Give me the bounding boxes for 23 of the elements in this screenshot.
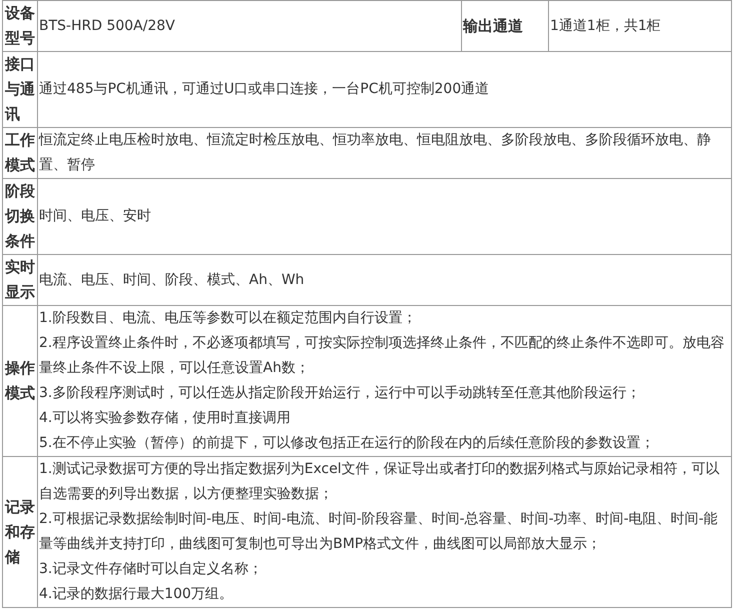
- row-label: 输出通道: [462, 0, 548, 52]
- spec-text: 恒流定终止电压检时放电、恒流定时检压放电、恒功率放电、恒电阻放电、多阶段放电、多阶段循环放电、静置、暂停: [39, 131, 712, 175]
- spec-text: 2.程序设置终止条件时，不必逐项都填写，可按实际控制项选择终止条件，不匹配的终止条件不选即可。放电容量终止条件不设上限，可以任意设置Ah数；: [39, 334, 726, 378]
- row-label: 记录和存储: [2, 456, 38, 608]
- spec-text: 5.在不停止实验（暂停）的前提下，可以修改包括正在运行的阶段在内的后续任意阶段的参数设置；: [39, 434, 656, 453]
- spec-text: 电流、电压、时间、阶段、模式、Ah、Wh: [39, 270, 306, 290]
- row-label: 阶段切换条件: [2, 178, 38, 254]
- spec-text: 1.测试记录数据可方便的导出指定数据列为Excel文件，保证导出或者打印的数据列格式与原始记录相符，可以自选需要的列导出数据，以方便整理实验数据；: [39, 460, 720, 504]
- spec-text: BTS-HRD 500A/28V: [39, 16, 176, 36]
- spec-text: 4.记录的数据行最大100万组。: [39, 585, 234, 604]
- spec-text: 3.记录文件存储时可以自定义名称；: [39, 560, 264, 579]
- row-label: 实时显示: [2, 254, 38, 306]
- table-cell: 1通道1柜，共1柜: [548, 0, 732, 52]
- spec-text: 时间、电压、安时: [39, 207, 152, 226]
- row-label: 接口与通讯: [2, 52, 38, 128]
- spec-text: 3.多阶段程序测试时，可以任选从指定阶段开始运行，运行中可以手动跳转至任意其他阶段运行；: [39, 384, 642, 403]
- row-label: 操作模式: [2, 306, 38, 456]
- spec-text: 4.可以将实验参数存储，使用时直接调用: [39, 409, 292, 428]
- spec-text: 1.阶段数目、电流、电压等参数可以在额定范围内自行设置；: [39, 309, 418, 328]
- row-label: 设备型号: [2, 0, 38, 52]
- spec-text: 2.可根据记录数据绘制时间-电压、时间-电流、时间-阶段容量、时间-总容量、时间-功率、时间-电阻、时间-能量等曲线并支持打印，曲线图可复制也可导出为BMP格式文件，曲线图可以局部放大显示；: [39, 510, 719, 554]
- row-label: 工作模式: [2, 128, 38, 178]
- spec-text: 通过485与PC机通讯，可通过U口或串口连接，一台PC机可控制200通道: [39, 80, 490, 99]
